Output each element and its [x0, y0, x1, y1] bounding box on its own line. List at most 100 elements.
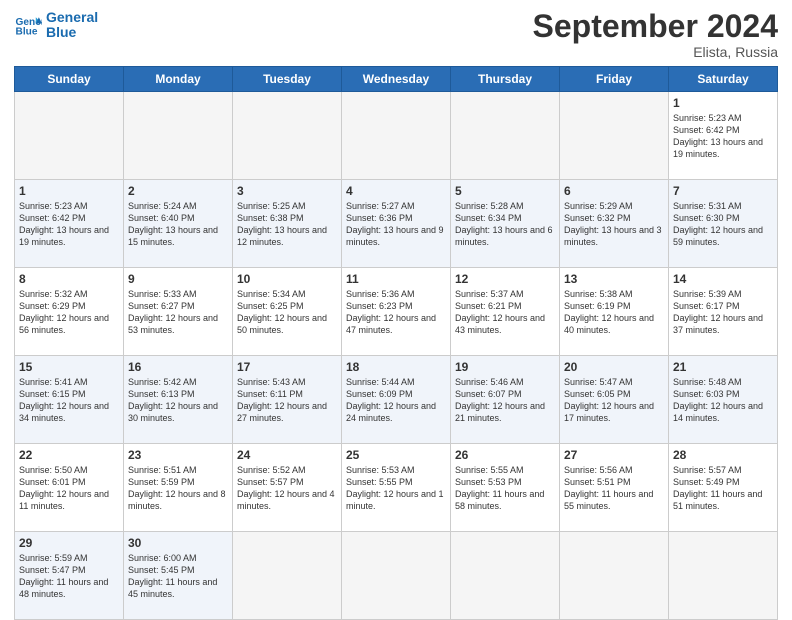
cell-info: Sunrise: 5:37 AMSunset: 6:21 PMDaylight:… — [455, 288, 555, 337]
day-number: 3 — [237, 184, 337, 198]
calendar-cell — [560, 532, 669, 620]
calendar-cell — [451, 532, 560, 620]
cell-info: Sunrise: 5:57 AMSunset: 5:49 PMDaylight:… — [673, 464, 773, 513]
calendar-cell — [124, 92, 233, 180]
calendar-cell: 11Sunrise: 5:36 AMSunset: 6:23 PMDayligh… — [342, 268, 451, 356]
logo: General Blue General Blue — [14, 10, 98, 41]
day-number: 19 — [455, 360, 555, 374]
month-title: September 2024 — [533, 10, 778, 42]
calendar-table: SundayMondayTuesdayWednesdayThursdayFrid… — [14, 66, 778, 620]
calendar-cell — [669, 532, 778, 620]
calendar-cell: 21Sunrise: 5:48 AMSunset: 6:03 PMDayligh… — [669, 356, 778, 444]
cell-info: Sunrise: 5:38 AMSunset: 6:19 PMDaylight:… — [564, 288, 664, 337]
day-number: 28 — [673, 448, 773, 462]
calendar-week-row: 15 Sunrise: 5:41 AMSunset: 6:15 PMDayligh… — [15, 356, 778, 444]
day-number: 21 — [673, 360, 773, 374]
cell-info: Sunrise: 5:34 AMSunset: 6:25 PMDaylight:… — [237, 288, 337, 337]
logo-general: General — [46, 10, 98, 25]
calendar-cell: 7 Sunrise: 5:31 AMSunset: 6:30 PMDaylight… — [669, 180, 778, 268]
cell-info: Sunrise: 5:47 AMSunset: 6:05 PMDaylight:… — [564, 376, 664, 425]
calendar-cell: 23Sunrise: 5:51 AMSunset: 5:59 PMDayligh… — [124, 444, 233, 532]
cell-info: Sunrise: 6:00 AMSunset: 5:45 PMDaylight:… — [128, 552, 228, 601]
day-header-friday: Friday — [560, 67, 669, 92]
cell-info: Sunrise: 5:41 AMSunset: 6:15 PMDaylight:… — [19, 376, 119, 425]
day-number: 1 — [673, 96, 773, 110]
day-number: 18 — [346, 360, 446, 374]
cell-info: Sunrise: 5:39 AMSunset: 6:17 PMDaylight:… — [673, 288, 773, 337]
cell-info: Sunrise: 5:29 AMSunset: 6:32 PMDaylight:… — [564, 200, 664, 249]
calendar-cell: 30 Sunrise: 6:00 AMSunset: 5:45 PMDayligh… — [124, 532, 233, 620]
location: Elista, Russia — [533, 44, 778, 60]
day-header-wednesday: Wednesday — [342, 67, 451, 92]
cell-info: Sunrise: 5:27 AMSunset: 6:36 PMDaylight:… — [346, 200, 446, 249]
day-number: 7 — [673, 184, 773, 198]
day-number: 15 — [19, 360, 119, 374]
calendar-cell — [233, 92, 342, 180]
day-number: 9 — [128, 272, 228, 286]
day-header-saturday: Saturday — [669, 67, 778, 92]
calendar-cell: 13Sunrise: 5:38 AMSunset: 6:19 PMDayligh… — [560, 268, 669, 356]
cell-info: Sunrise: 5:56 AMSunset: 5:51 PMDaylight:… — [564, 464, 664, 513]
calendar-cell: 17Sunrise: 5:43 AMSunset: 6:11 PMDayligh… — [233, 356, 342, 444]
day-number: 10 — [237, 272, 337, 286]
cell-info: Sunrise: 5:23 AMSunset: 6:42 PMDaylight:… — [673, 112, 773, 161]
day-number: 12 — [455, 272, 555, 286]
logo-icon: General Blue — [14, 11, 42, 39]
logo-blue: Blue — [46, 25, 98, 40]
day-number: 20 — [564, 360, 664, 374]
calendar-cell: 22Sunrise: 5:50 AMSunset: 6:01 PMDayligh… — [15, 444, 124, 532]
calendar-cell: 3 Sunrise: 5:25 AMSunset: 6:38 PMDaylight… — [233, 180, 342, 268]
calendar-cell — [342, 532, 451, 620]
day-number: 6 — [564, 184, 664, 198]
cell-info: Sunrise: 5:50 AMSunset: 6:01 PMDaylight:… — [19, 464, 119, 513]
cell-info: Sunrise: 5:25 AMSunset: 6:38 PMDaylight:… — [237, 200, 337, 249]
cell-info: Sunrise: 5:28 AMSunset: 6:34 PMDaylight:… — [455, 200, 555, 249]
calendar-cell: 24Sunrise: 5:52 AMSunset: 5:57 PMDayligh… — [233, 444, 342, 532]
cell-info: Sunrise: 5:24 AMSunset: 6:40 PMDaylight:… — [128, 200, 228, 249]
day-number: 4 — [346, 184, 446, 198]
day-number: 23 — [128, 448, 228, 462]
day-number: 2 — [128, 184, 228, 198]
calendar-cell: 1 Sunrise: 5:23 AMSunset: 6:42 PMDaylight… — [669, 92, 778, 180]
day-header-tuesday: Tuesday — [233, 67, 342, 92]
cell-info: Sunrise: 5:44 AMSunset: 6:09 PMDaylight:… — [346, 376, 446, 425]
day-number: 29 — [19, 536, 119, 550]
title-block: September 2024 Elista, Russia — [533, 10, 778, 60]
day-header-sunday: Sunday — [15, 67, 124, 92]
cell-info: Sunrise: 5:36 AMSunset: 6:23 PMDaylight:… — [346, 288, 446, 337]
calendar-cell — [342, 92, 451, 180]
calendar-cell: 27 Sunrise: 5:56 AMSunset: 5:51 PMDayligh… — [560, 444, 669, 532]
day-number: 26 — [455, 448, 555, 462]
calendar-cell: 2 Sunrise: 5:24 AMSunset: 6:40 PMDaylight… — [124, 180, 233, 268]
calendar-cell — [560, 92, 669, 180]
calendar-cell: 12 Sunrise: 5:37 AMSunset: 6:21 PMDayligh… — [451, 268, 560, 356]
calendar-cell — [233, 532, 342, 620]
day-number: 16 — [128, 360, 228, 374]
day-number: 5 — [455, 184, 555, 198]
calendar-week-row: 22Sunrise: 5:50 AMSunset: 6:01 PMDayligh… — [15, 444, 778, 532]
day-number: 27 — [564, 448, 664, 462]
calendar-cell: 10 Sunrise: 5:34 AMSunset: 6:25 PMDayligh… — [233, 268, 342, 356]
calendar-cell: 19 Sunrise: 5:46 AMSunset: 6:07 PMDayligh… — [451, 356, 560, 444]
cell-info: Sunrise: 5:33 AMSunset: 6:27 PMDaylight:… — [128, 288, 228, 337]
day-number: 8 — [19, 272, 119, 286]
calendar-cell: 25Sunrise: 5:53 AMSunset: 5:55 PMDayligh… — [342, 444, 451, 532]
cell-info: Sunrise: 5:42 AMSunset: 6:13 PMDaylight:… — [128, 376, 228, 425]
calendar-cell: 18 Sunrise: 5:44 AMSunset: 6:09 PMDayligh… — [342, 356, 451, 444]
cell-info: Sunrise: 5:31 AMSunset: 6:30 PMDaylight:… — [673, 200, 773, 249]
day-number: 30 — [128, 536, 228, 550]
day-number: 24 — [237, 448, 337, 462]
calendar-cell: 29 Sunrise: 5:59 AMSunset: 5:47 PMDayligh… — [15, 532, 124, 620]
day-header-row: SundayMondayTuesdayWednesdayThursdayFrid… — [15, 67, 778, 92]
day-number: 1 — [19, 184, 119, 198]
header: General Blue General Blue September 2024… — [14, 10, 778, 60]
day-number: 25 — [346, 448, 446, 462]
svg-text:Blue: Blue — [16, 27, 38, 38]
cell-info: Sunrise: 5:46 AMSunset: 6:07 PMDaylight:… — [455, 376, 555, 425]
calendar-cell: 28 Sunrise: 5:57 AMSunset: 5:49 PMDayligh… — [669, 444, 778, 532]
calendar-cell: 15 Sunrise: 5:41 AMSunset: 6:15 PMDayligh… — [15, 356, 124, 444]
day-number: 14 — [673, 272, 773, 286]
calendar-cell — [451, 92, 560, 180]
cell-info: Sunrise: 5:59 AMSunset: 5:47 PMDaylight:… — [19, 552, 119, 601]
calendar-cell — [15, 92, 124, 180]
